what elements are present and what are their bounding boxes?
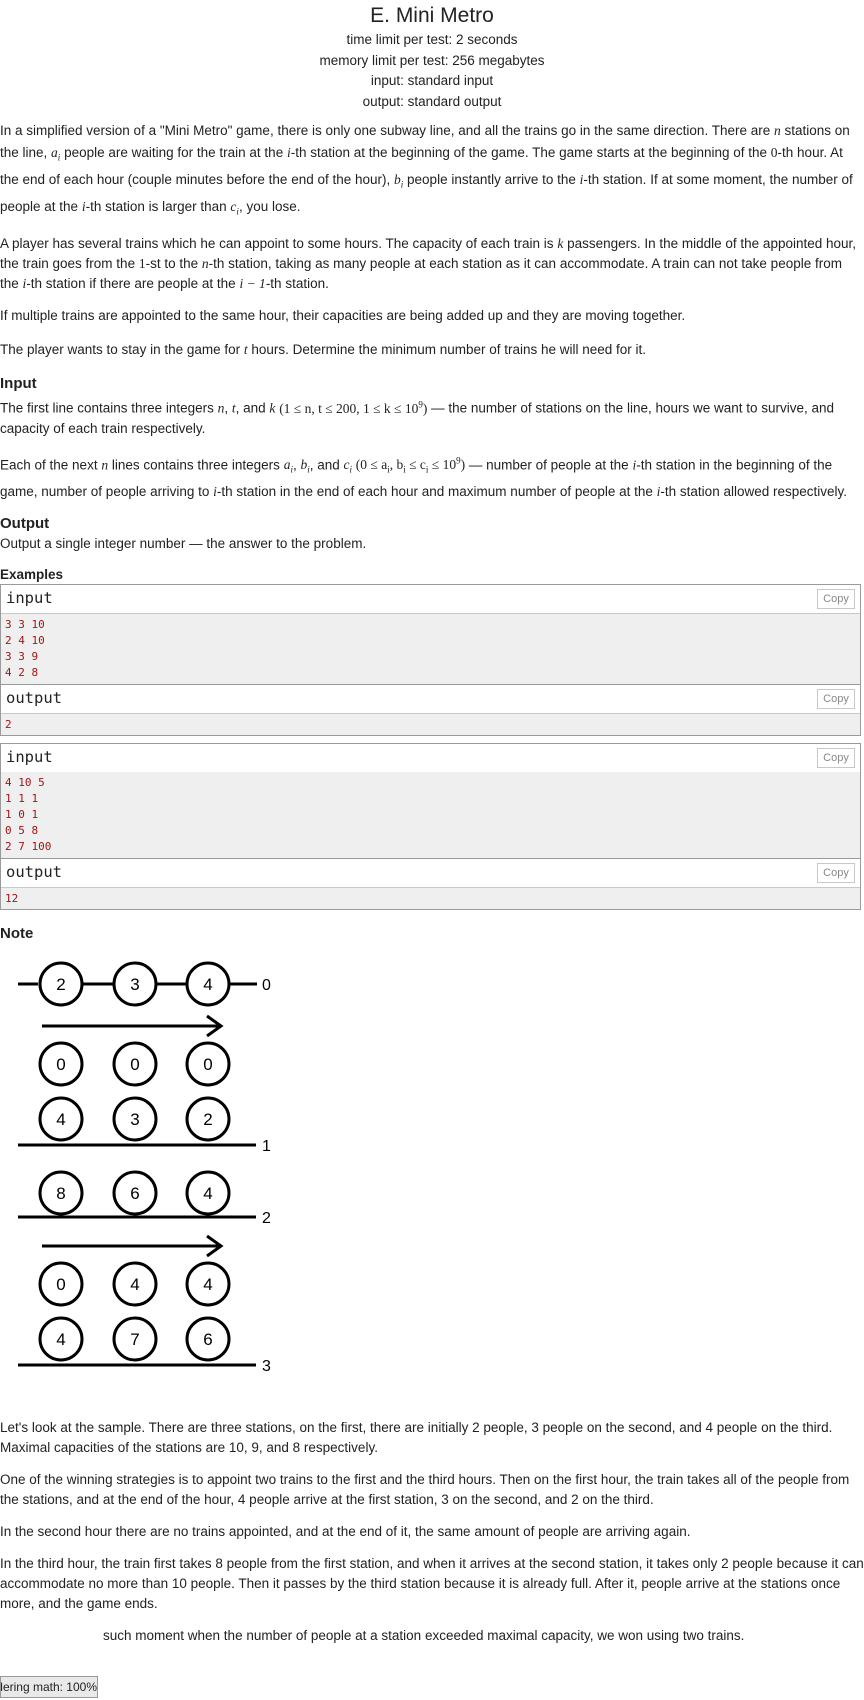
statement-paragraph-1: In a simplified version of a "Mini Metro…: [0, 123, 853, 217]
example-input-label: input: [6, 748, 53, 767]
hour-label: 3: [262, 1358, 271, 1375]
copy-button[interactable]: Copy: [817, 589, 855, 610]
note-paragraph-2: One of the winning strategies is to appo…: [0, 1472, 850, 1508]
examples-heading: Examples: [0, 567, 64, 583]
input-paragraph-1: The first line contains three integers n…: [0, 399, 835, 436]
output-spec: output: standard output: [362, 93, 502, 109]
problem-title: E. Mini Metro: [370, 4, 494, 27]
station-count: 6: [130, 1184, 139, 1203]
station-count: 4: [130, 1275, 139, 1294]
example-2-output-header: output Copy: [1, 858, 860, 889]
input-heading: Input: [0, 375, 37, 393]
station-count: 6: [203, 1330, 212, 1349]
output-paragraph: Output a single integer number — the ans…: [0, 536, 367, 552]
example-1-input: 3 3 10 2 4 10 3 3 9 4 2 8: [1, 614, 860, 685]
note-paragraph-5: such moment when the number of people at…: [103, 1628, 745, 1644]
example-1-input-header: input Copy: [1, 585, 860, 615]
example-input-label: input: [6, 589, 53, 608]
metro-diagram: 2 3 4 0 0 0 4 3 2 8 6 4 0 4 4 4 7 6 0 1 …: [18, 961, 271, 1375]
station-count: 4: [203, 1275, 212, 1294]
station-count: 2: [56, 975, 65, 994]
example-1-output: 2: [1, 714, 860, 736]
station-count: 0: [56, 1055, 65, 1074]
station-count: 8: [56, 1184, 65, 1203]
note-paragraph-4: In the third hour, the train first takes…: [0, 1556, 864, 1612]
copy-button[interactable]: Copy: [817, 689, 855, 710]
copy-button[interactable]: Copy: [817, 863, 855, 884]
example-2: input Copy 4 10 5 1 1 1 1 0 1 0 5 8 2 7 …: [0, 743, 861, 911]
hour-label: 0: [262, 977, 271, 994]
station-count: 4: [203, 975, 212, 994]
station-count: 0: [56, 1275, 65, 1294]
example-output-label: output: [6, 689, 62, 708]
note-heading: Note: [0, 925, 34, 943]
station-count: 3: [130, 1110, 139, 1129]
mathjax-status-message: Rendering math: 100%: [0, 1676, 98, 1698]
copy-button[interactable]: Copy: [817, 748, 855, 769]
statement-paragraph-2: A player has several trains which he can…: [0, 236, 857, 292]
example-2-output: 12: [1, 888, 860, 910]
output-section: Output Output a single integer number — …: [0, 514, 864, 554]
note-paragraph-3: In the second hour there are no trains a…: [0, 1524, 691, 1540]
station-count: 0: [130, 1055, 139, 1074]
example-1-output-header: output Copy: [1, 684, 860, 715]
memory-limit: memory limit per test: 256 megabytes: [319, 52, 545, 68]
example-1: input Copy 3 3 10 2 4 10 3 3 9 4 2 8 out…: [0, 584, 861, 737]
input-paragraph-2: Each of the next n lines contains three …: [0, 455, 848, 500]
note-section: Note 2 3 4 0 0 0 4 3 2 8 6 4 0 4 4 4 7 6…: [0, 924, 864, 1646]
statement-paragraph-4: The player wants to stay in the game for…: [0, 342, 647, 358]
station-count: 4: [203, 1184, 212, 1203]
output-heading: Output: [0, 515, 50, 533]
station-count: 7: [130, 1330, 139, 1349]
station-count: 3: [130, 975, 139, 994]
problem-header: E. Mini Metro time limit per test: 2 sec…: [0, 0, 864, 112]
examples-section: Examples input Copy 3 3 10 2 4 10 3 3 9 …: [0, 566, 864, 911]
station-count: 4: [56, 1110, 65, 1129]
station-count: 4: [56, 1330, 65, 1349]
station-count: 2: [203, 1110, 212, 1129]
example-2-input-header: input Copy: [1, 744, 860, 773]
time-limit: time limit per test: 2 seconds: [346, 32, 518, 47]
example-output-label: output: [6, 863, 62, 882]
input-section: Input The first line contains three inte…: [0, 374, 864, 502]
input-spec: input: standard input: [370, 73, 494, 89]
example-2-input: 4 10 5 1 1 1 1 0 1 0 5 8 2 7 100: [1, 772, 860, 859]
statement-paragraph-3: If multiple trains are appointed to the …: [0, 308, 686, 324]
station-count: 0: [203, 1055, 212, 1074]
hour-label: 2: [262, 1210, 271, 1227]
problem-statement: In a simplified version of a "Mini Metro…: [0, 120, 864, 360]
note-paragraph-1: Let's look at the sample. There are thre…: [0, 1420, 833, 1456]
hour-label: 1: [262, 1138, 271, 1155]
